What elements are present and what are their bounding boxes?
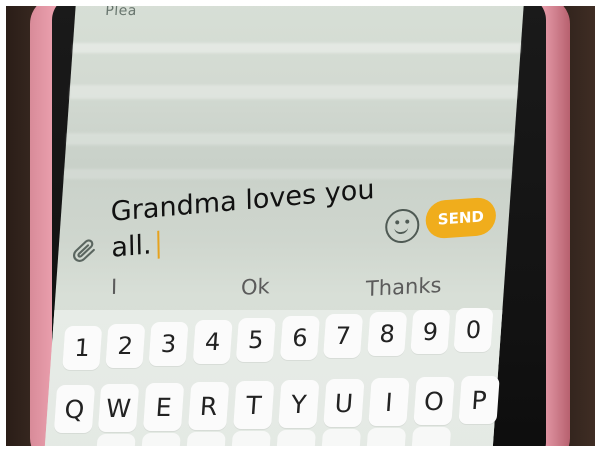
smiley-face-icon[interactable] xyxy=(385,207,420,245)
partial-key xyxy=(230,431,271,446)
phone-screen: Plea Grandma loves you all. SEND I Ok Th xyxy=(43,6,524,446)
partial-key xyxy=(185,432,226,446)
key-4[interactable]: 4 xyxy=(192,320,233,364)
partial-key xyxy=(365,428,407,446)
key-7[interactable]: 7 xyxy=(323,314,364,358)
key-r[interactable]: R xyxy=(188,382,230,430)
screen-glare-stripe xyxy=(65,133,515,145)
key-8[interactable]: 8 xyxy=(367,312,408,356)
key-t[interactable]: T xyxy=(233,381,275,429)
screen-glare-stripe xyxy=(72,43,522,53)
partial-key xyxy=(410,427,452,446)
key-6[interactable]: 6 xyxy=(279,316,320,360)
key-1[interactable]: 1 xyxy=(62,326,103,370)
key-2[interactable]: 2 xyxy=(105,324,146,368)
smiley-mouth xyxy=(394,223,409,235)
partial-key xyxy=(140,433,181,446)
screen-glare-stripe xyxy=(63,169,513,179)
key-p[interactable]: P xyxy=(458,376,500,424)
message-compose-bar: Grandma loves you all. SEND xyxy=(57,174,511,268)
paperclip-icon[interactable] xyxy=(70,238,98,264)
suggestion-item[interactable]: Ok xyxy=(241,274,270,299)
key-5[interactable]: 5 xyxy=(235,318,276,362)
key-q[interactable]: Q xyxy=(53,385,96,433)
phone-photo: Plea Grandma loves you all. SEND I Ok Th xyxy=(6,6,595,446)
key-3[interactable]: 3 xyxy=(148,322,189,366)
key-u[interactable]: U xyxy=(323,379,365,427)
key-o[interactable]: O xyxy=(413,377,455,425)
screen-glare-stripe xyxy=(69,85,519,99)
partial-key xyxy=(275,430,317,446)
partial-top-text: Plea xyxy=(104,6,138,19)
key-w[interactable]: W xyxy=(97,384,140,432)
partial-key xyxy=(320,429,362,446)
suggestion-item[interactable]: I xyxy=(111,275,118,299)
predictive-suggestions: I Ok Thanks xyxy=(54,267,505,313)
partial-key xyxy=(95,434,136,446)
key-9[interactable]: 9 xyxy=(410,310,451,354)
key-e[interactable]: E xyxy=(142,383,185,431)
suggestion-item[interactable]: Thanks xyxy=(366,273,442,301)
message-input[interactable]: Grandma loves you all. xyxy=(110,171,382,266)
onscreen-keyboard: 1 2 3 4 5 6 7 8 9 0 Q W E R T Y U I O P xyxy=(43,308,503,446)
key-0[interactable]: 0 xyxy=(453,308,494,352)
key-i[interactable]: I xyxy=(368,378,410,426)
text-cursor xyxy=(157,230,160,259)
send-button[interactable]: SEND xyxy=(425,196,496,240)
key-y[interactable]: Y xyxy=(278,380,320,428)
message-line-2: all. xyxy=(111,229,152,264)
